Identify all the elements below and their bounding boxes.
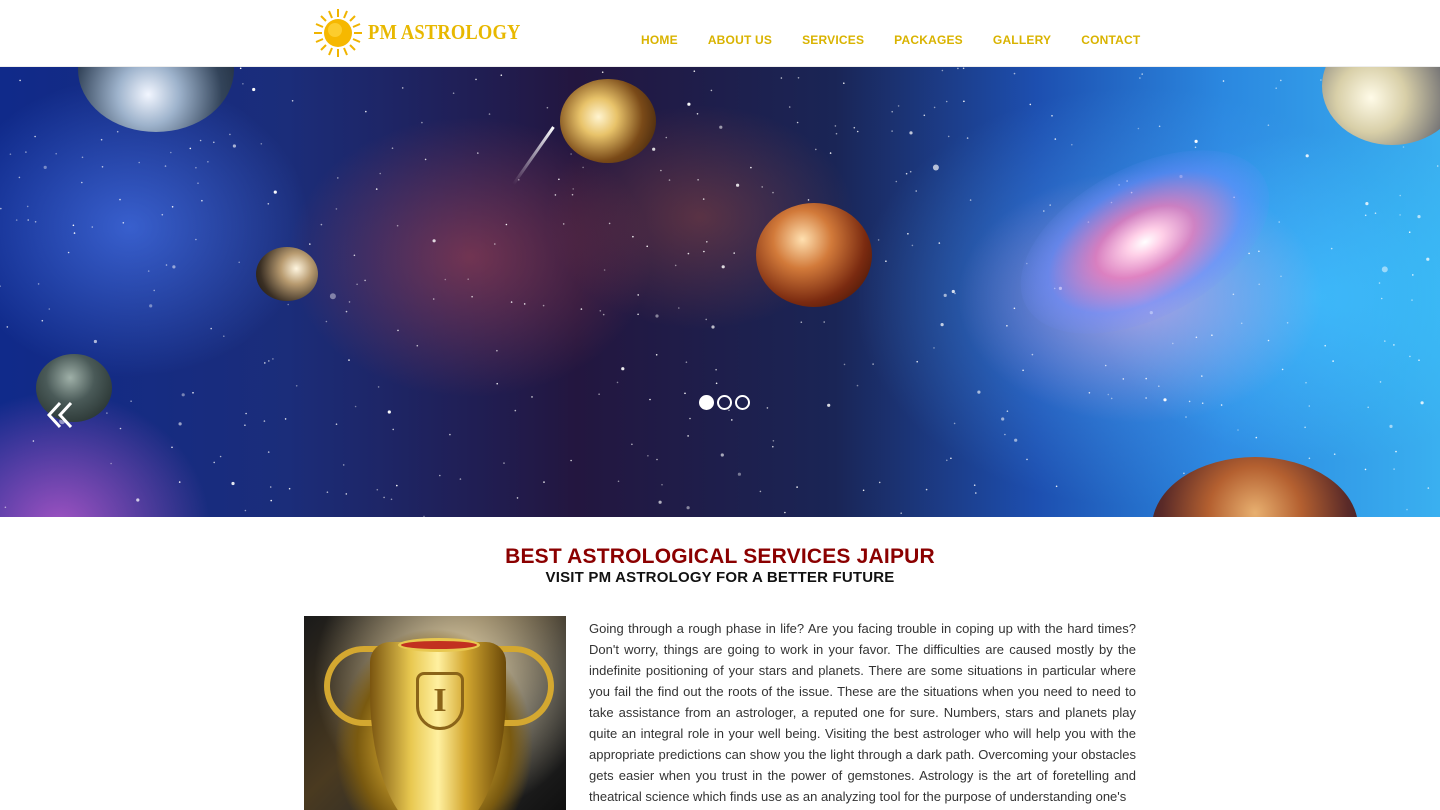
trophy-image: I (304, 616, 566, 810)
section-title: BEST ASTROLOGICAL SERVICES JAIPUR (505, 545, 935, 568)
slider-prev-button[interactable] (44, 395, 78, 435)
double-chevron-left-icon (46, 401, 73, 429)
slider-dot-3[interactable] (735, 395, 750, 410)
nav-about-us[interactable]: ABOUT US (708, 31, 772, 49)
nav-contact[interactable]: CONTACT (1081, 31, 1140, 49)
slider-dots (699, 395, 750, 410)
slider-dot-2[interactable] (717, 395, 732, 410)
starfield (0, 67, 1439, 517)
nav-home[interactable]: HOME (641, 31, 678, 49)
hero-slider (0, 67, 1440, 517)
sun-logo-icon (314, 9, 362, 57)
logo[interactable]: PM ASTROLOGY (312, 8, 541, 58)
planet-image (256, 247, 318, 301)
nav-gallery[interactable]: GALLERY (993, 31, 1051, 49)
logo-text: PM ASTROLOGY (368, 19, 521, 44)
section-subtitle: VISIT PM ASTROLOGY FOR A BETTER FUTURE (545, 569, 895, 586)
planet-image (756, 203, 872, 307)
nav-packages[interactable]: PACKAGES (894, 31, 963, 49)
trophy-emblem-icon: I (416, 672, 464, 730)
trophy-rim (398, 638, 480, 652)
nav-services[interactable]: SERVICES (802, 31, 864, 49)
intro-paragraph: Going through a rough phase in life? Are… (589, 621, 1136, 804)
slider-dot-1[interactable] (699, 395, 714, 410)
planet-image (560, 79, 656, 163)
main-nav: HOME ABOUT US SERVICES PACKAGES GALLERY … (626, 31, 1140, 49)
site-header: PM ASTROLOGY HOME ABOUT US SERVICES PACK… (0, 0, 1440, 67)
